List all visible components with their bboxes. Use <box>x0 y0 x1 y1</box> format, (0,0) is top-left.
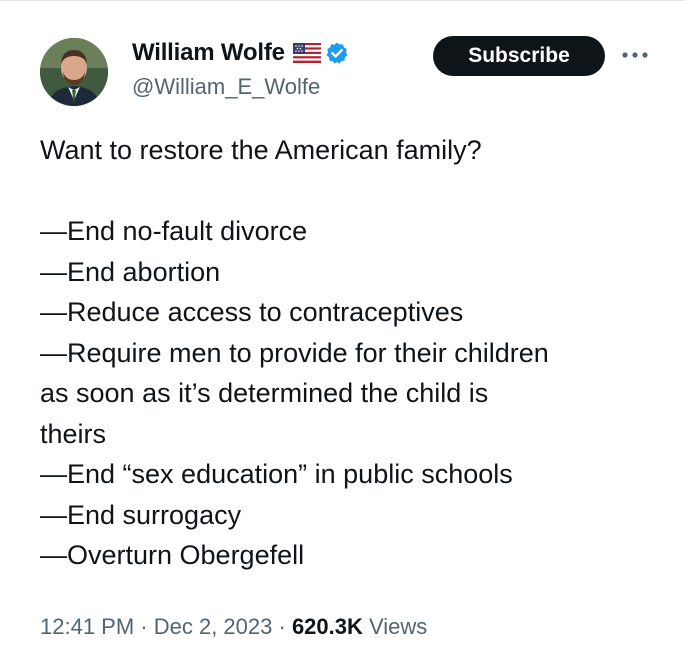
name-row: William Wolfe <box>132 38 349 68</box>
author-block: William Wolfe @William_E_Wolfe <box>132 38 349 100</box>
tweet-meta: 12:41 PM · Dec 2, 2023 · 620.3K Views <box>40 614 427 640</box>
tweet-line: —End surrogacy <box>40 499 242 530</box>
author-handle[interactable]: @William_E_Wolfe <box>132 74 349 100</box>
tweet-line: —End “sex education” in public schools <box>40 459 513 489</box>
tweet-line: —Overturn Obergefell <box>40 540 305 570</box>
tweet-line: —Reduce access to contraceptives <box>40 297 464 327</box>
tweet-date[interactable]: Dec 2, 2023 <box>154 614 273 639</box>
more-horizontal-icon[interactable] <box>620 48 650 62</box>
verified-badge-icon[interactable] <box>325 41 349 65</box>
avatar-image <box>40 38 108 106</box>
display-name[interactable]: William Wolfe <box>132 39 285 67</box>
views-label: Views <box>369 614 428 639</box>
tweet-time[interactable]: 12:41 PM <box>40 614 134 639</box>
tweet-text: Want to restore the American family? —En… <box>40 130 650 576</box>
tweet-line: —End abortion <box>40 256 221 287</box>
us-flag-icon <box>292 43 321 63</box>
tweet-line: theirs <box>40 418 107 449</box>
views-count[interactable]: 620.3K <box>292 614 363 639</box>
tweet-line: Want to restore the American family? <box>40 135 482 165</box>
meta-separator: · <box>134 614 154 639</box>
avatar[interactable] <box>40 38 108 106</box>
tweet-line: —End no-fault divorce <box>40 216 308 246</box>
tweet-line: as soon as it’s determined the child is <box>40 378 489 408</box>
meta-separator: · <box>272 614 292 639</box>
subscribe-button[interactable]: Subscribe <box>433 36 605 76</box>
top-divider <box>0 0 685 1</box>
tweet-line: —Require men to provide for their childr… <box>40 337 549 368</box>
